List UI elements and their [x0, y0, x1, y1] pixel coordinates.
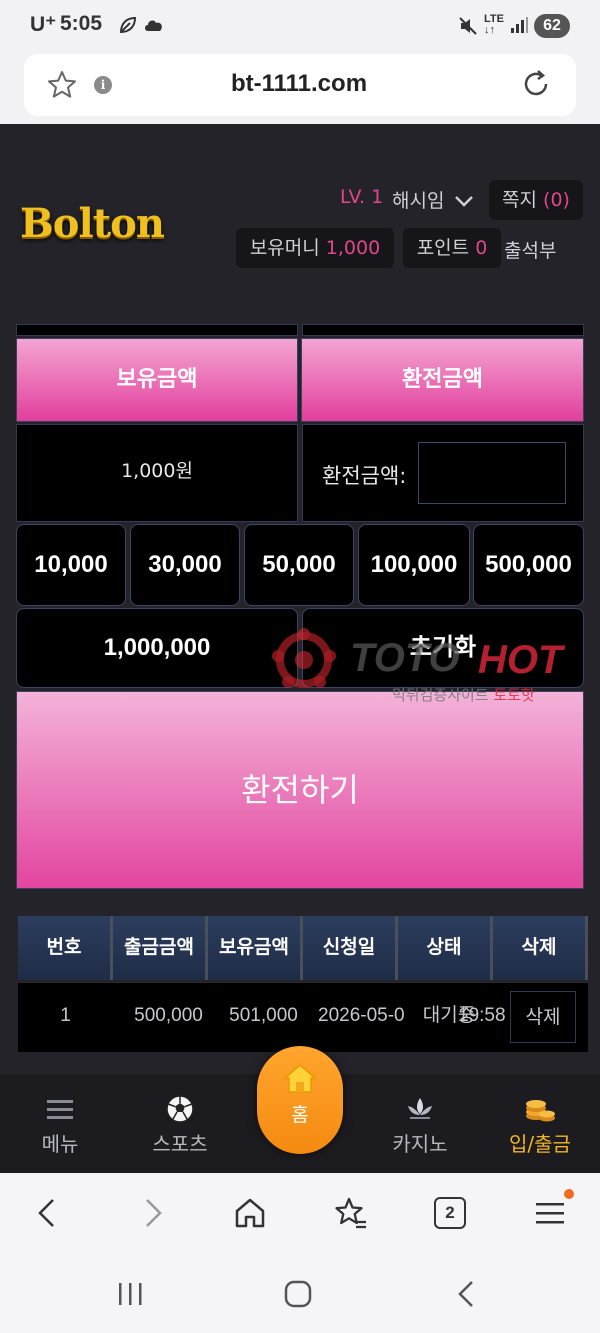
reload-icon[interactable] [520, 68, 552, 100]
top-strip-right [302, 324, 584, 336]
signal-icon [511, 17, 528, 33]
nav-home-label: 홈 [291, 1104, 309, 1126]
table-row: 1 500,000 501,000 2026-05-0 대기중 19:58 삭제 [18, 982, 588, 1052]
money-value: 1,000 [325, 237, 381, 259]
leaf-icon [119, 16, 137, 34]
nav-deposit-withdraw[interactable]: 입/출금 [480, 1094, 600, 1157]
amount-chip-500000[interactable]: 500,000 [473, 524, 584, 606]
messages-count: (0) [543, 189, 570, 211]
exchange-panel: 보유금액 환전금액 1,000원 환전금액: 10,000 30,000 50,… [0, 324, 600, 1074]
mute-icon [459, 17, 477, 35]
col-header-date: 신청일 [303, 916, 398, 980]
username[interactable]: 해시임 [392, 186, 444, 213]
cell-withdraw-amount: 500,000 [134, 1005, 203, 1026]
amount-chip-100000[interactable]: 100,000 [358, 524, 470, 606]
system-back-icon[interactable] [450, 1277, 484, 1311]
cell-date: 2026-05-0 [318, 1005, 405, 1026]
col-header-withdraw: 출금금액 [113, 916, 208, 980]
attendance-link[interactable]: 출석부 [504, 236, 556, 263]
site-header: Bolton LV. 1 해시임 쪽지 (0) 보유머니 1,000 포인트 0… [0, 124, 600, 324]
system-nav-bar [0, 1255, 600, 1333]
cell-balance: 501,000 [229, 1005, 298, 1026]
amount-chip-1000000[interactable]: 1,000,000 [16, 608, 298, 688]
point-badge: 포인트 0 [403, 228, 501, 268]
site-logo[interactable]: Bolton [20, 200, 165, 247]
point-value: 0 [475, 237, 488, 259]
battery-indicator: 62 [534, 14, 570, 38]
casino-lotus-icon [408, 1098, 432, 1119]
point-label: 포인트 [416, 237, 470, 259]
bookmark-star-icon[interactable] [46, 69, 78, 101]
site-info-icon[interactable]: i [94, 76, 112, 94]
money-badge: 보유머니 1,000 [236, 228, 394, 268]
carrier-label: U⁺ [30, 13, 57, 36]
nav-menu-label: 메뉴 [41, 1132, 79, 1156]
col-header-delete: 삭제 [493, 916, 588, 980]
system-home-icon[interactable] [281, 1277, 315, 1311]
cell-no: 1 [60, 1005, 71, 1026]
delete-button[interactable]: 삭제 [510, 991, 576, 1043]
soccer-ball-icon [166, 1095, 194, 1123]
col-header-balance: 보유금액 [208, 916, 303, 980]
exchange-amount-input[interactable] [418, 442, 566, 504]
exchange-submit-button[interactable]: 환전하기 [16, 691, 584, 889]
col-header-status: 상태 [398, 916, 493, 980]
messages-label: 쪽지 [502, 189, 537, 211]
status-bar: U⁺ 5:05 LTE ↓↑ 62 [0, 0, 600, 52]
amount-chip-50000[interactable]: 50,000 [244, 524, 354, 606]
held-amount-value: 1,000원 [121, 460, 193, 482]
coins-icon [526, 1100, 555, 1122]
back-arrow-icon[interactable] [30, 1195, 66, 1231]
clock: 5:05 [60, 12, 103, 35]
nav-casino[interactable]: 카지노 [360, 1094, 480, 1157]
bookmarks-star-icon[interactable] [332, 1195, 368, 1231]
amount-chip-10000[interactable]: 10,000 [16, 524, 126, 606]
bottom-nav: 메뉴 스포츠 홈 카지노 입/출금 [0, 1046, 600, 1173]
nav-deposit-withdraw-label: 입/출금 [509, 1132, 571, 1156]
browser-menu-icon[interactable] [532, 1195, 568, 1231]
top-strip-left [16, 324, 298, 336]
browser-toolbar: 2 [0, 1173, 600, 1255]
tabs-button[interactable]: 2 [434, 1197, 466, 1229]
watermark-tagline: 먹튀검증사이트 토토핫 [392, 686, 535, 704]
nav-menu[interactable]: 메뉴 [0, 1094, 120, 1157]
address-field[interactable]: i bt-1111.com [24, 54, 576, 116]
network-type: LTE ↓↑ [484, 13, 504, 36]
exchange-amount-header: 환전금액 [301, 338, 584, 422]
held-amount-header: 보유금액 [16, 338, 298, 422]
money-label: 보유머니 [249, 237, 320, 259]
hamburger-icon [47, 1100, 73, 1119]
user-level: LV. 1 [340, 186, 384, 208]
watermark-brand-b: HOT [478, 638, 563, 682]
cloud-icon [145, 20, 162, 31]
recent-apps-icon[interactable] [113, 1277, 147, 1311]
nav-home[interactable]: 홈 [257, 1046, 343, 1154]
nav-casino-label: 카지노 [392, 1132, 448, 1156]
amount-chip-30000[interactable]: 30,000 [130, 524, 240, 606]
forward-arrow-icon[interactable] [134, 1195, 170, 1231]
col-header-no: 번호 [18, 916, 113, 980]
home-icon [283, 1064, 317, 1093]
chevron-down-icon[interactable] [454, 194, 474, 208]
messages-button[interactable]: 쪽지 (0) [489, 180, 583, 220]
browser-url-bar: i bt-1111.com [0, 52, 600, 124]
exchange-amount-label: 환전금액: [322, 464, 407, 488]
nav-sports[interactable]: 스포츠 [120, 1094, 240, 1157]
browser-home-icon[interactable] [232, 1195, 268, 1231]
watermark-brand-a: TOTO [350, 636, 460, 680]
cell-time: 19:58 [458, 1005, 506, 1026]
nav-sports-label: 스포츠 [152, 1132, 208, 1156]
url-text[interactable]: bt-1111.com [144, 70, 454, 98]
notification-dot [564, 1189, 574, 1199]
